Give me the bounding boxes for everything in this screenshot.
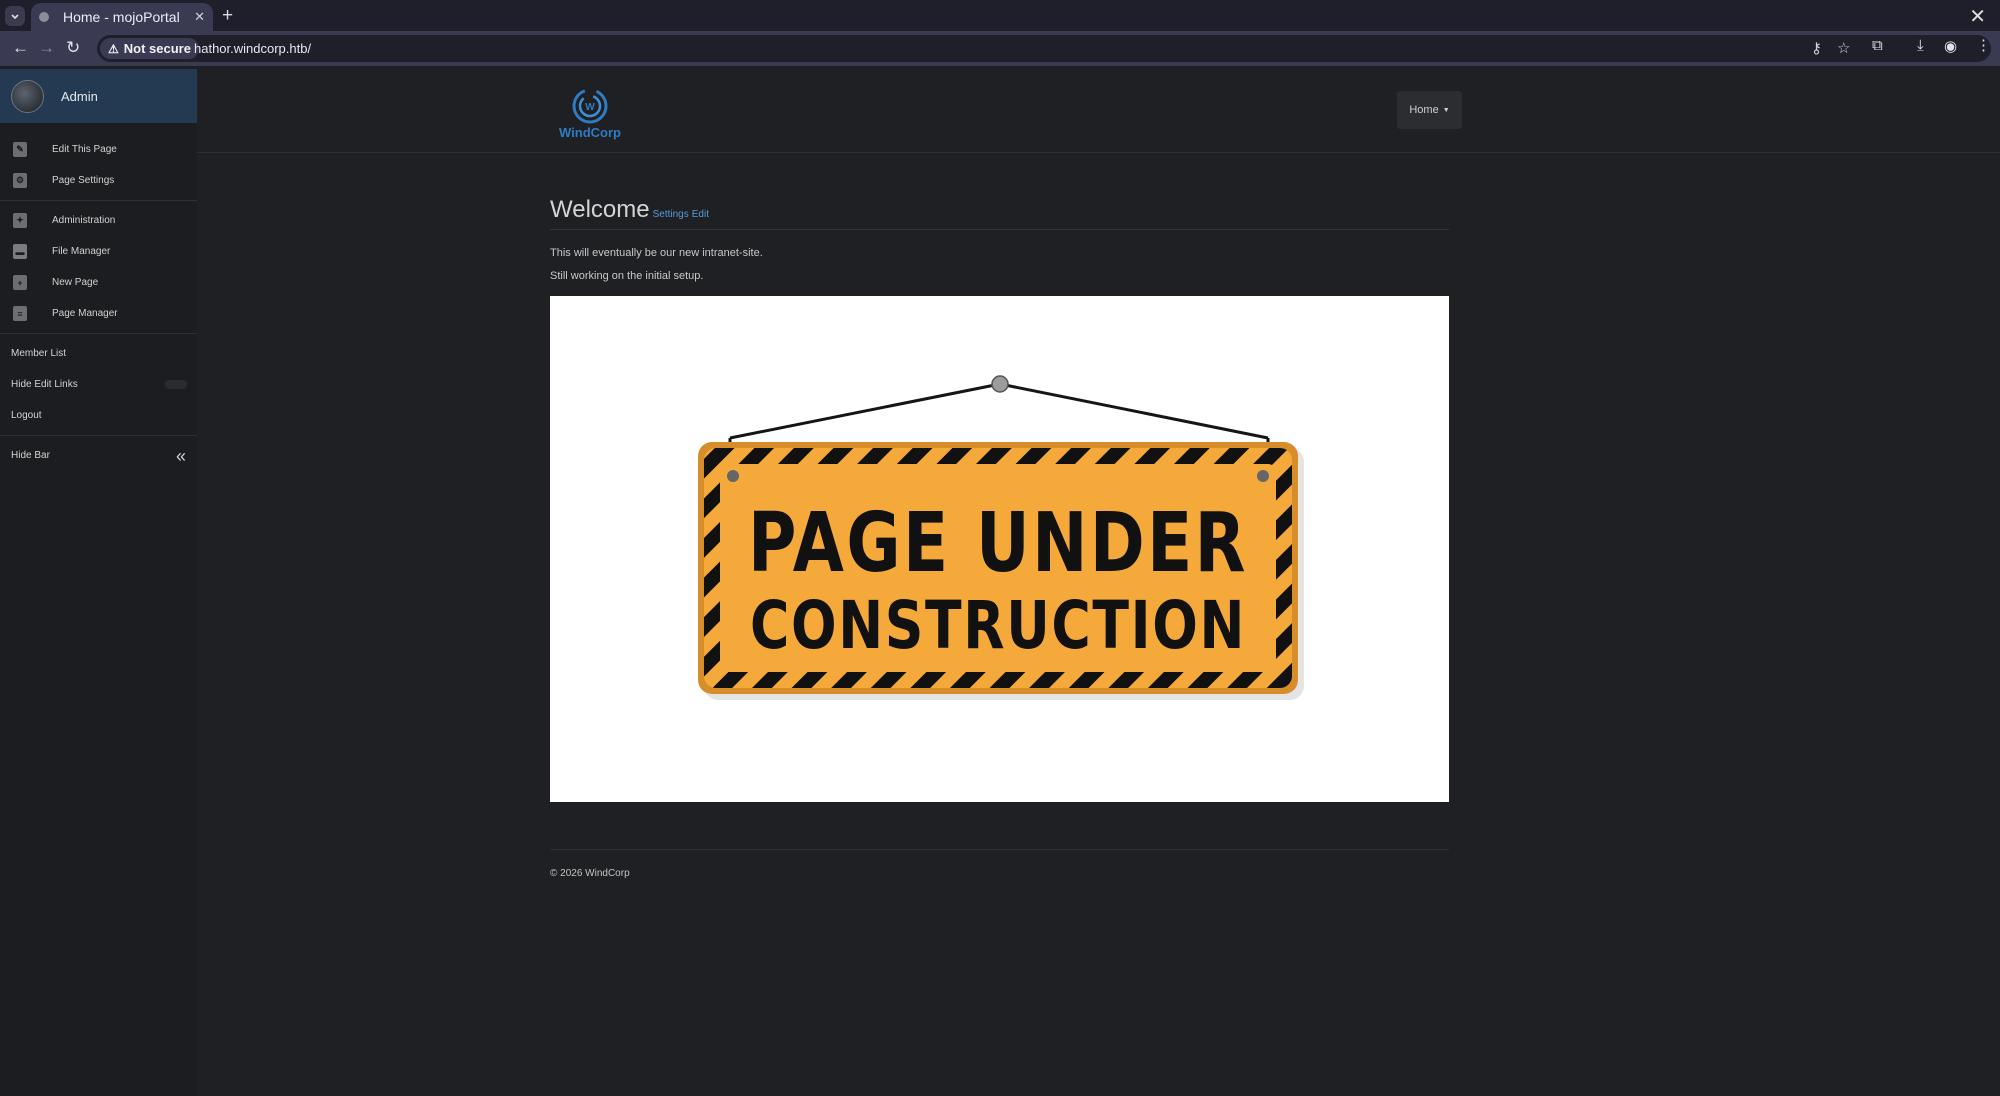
- member-list-link[interactable]: Member List: [0, 338, 197, 369]
- site-header: W WindCorp Home ▼: [197, 69, 2000, 153]
- divider: [0, 200, 197, 201]
- address-bar[interactable]: ⚠ Not secure hathor.windcorp.htb/ ⚷ ☆: [97, 35, 1991, 62]
- new-tab-icon[interactable]: +: [222, 5, 233, 27]
- caret-down-icon: ▼: [1442, 106, 1450, 114]
- divider: [0, 333, 197, 334]
- hide-edit-links-toggle[interactable]: [165, 380, 187, 389]
- warning-icon: ⚠: [108, 41, 119, 56]
- footer-copyright: © 2026 WindCorp: [550, 868, 630, 879]
- admin-toolbar: Admin ✎ Edit This Page ⚙ Page Settings ✦…: [0, 69, 197, 1096]
- sign-line-1: PAGE UNDER: [748, 496, 1248, 591]
- admin-user-name: Admin: [61, 88, 98, 104]
- under-construction-image: PAGE UNDER CONSTRUCTION: [550, 296, 1449, 802]
- hide-bar-label: Hide Bar: [11, 450, 50, 461]
- page-manager-icon: ≡: [13, 306, 27, 321]
- sign-line-2: CONSTRUCTION: [750, 587, 1246, 664]
- edit-this-page-link[interactable]: ✎ Edit This Page: [0, 134, 197, 165]
- new-page-icon: +: [13, 275, 27, 290]
- more-menu-icon[interactable]: ⋮: [1976, 36, 1991, 54]
- url-text[interactable]: hathor.windcorp.htb/: [194, 41, 311, 56]
- administration-link[interactable]: ✦ Administration: [0, 205, 197, 236]
- site-logo[interactable]: W WindCorp: [554, 85, 626, 141]
- edit-link[interactable]: Edit: [692, 209, 709, 220]
- page-settings-link[interactable]: ⚙ Page Settings: [0, 165, 197, 196]
- new-page-label: New Page: [52, 277, 99, 288]
- page-manager-link[interactable]: ≡ Page Manager: [0, 298, 197, 329]
- profile-icon[interactable]: ◉: [1944, 37, 1957, 55]
- administration-label: Administration: [52, 215, 116, 226]
- chevron-down-icon: [11, 14, 19, 20]
- divider: [0, 435, 197, 436]
- hide-bar-button[interactable]: Hide Bar «: [0, 440, 197, 471]
- download-icon[interactable]: ⤓: [1917, 37, 1924, 54]
- windcorp-logo-icon: W: [572, 88, 608, 124]
- edit-this-page-label: Edit This Page: [52, 144, 117, 155]
- page-manager-label: Page Manager: [52, 308, 118, 319]
- security-label: Not secure: [123, 41, 191, 56]
- back-arrow-icon[interactable]: ←: [12, 38, 29, 58]
- reload-icon[interactable]: ↻: [66, 38, 80, 58]
- new-page-link[interactable]: + New Page: [0, 267, 197, 298]
- admin-user-header[interactable]: Admin: [0, 69, 197, 123]
- logout-link[interactable]: Logout: [0, 400, 197, 431]
- hide-edit-links-label: Hide Edit Links: [11, 379, 78, 390]
- browser-tab[interactable]: Home - mojoPortal ✕: [31, 3, 213, 31]
- page-settings-icon: ⚙: [13, 173, 27, 188]
- settings-link[interactable]: Settings: [653, 209, 689, 220]
- administration-icon: ✦: [13, 213, 27, 228]
- page-settings-label: Page Settings: [52, 175, 115, 186]
- logo-text: WindCorp: [559, 125, 621, 140]
- under-construction-sign: PAGE UNDER CONSTRUCTION: [698, 375, 1304, 700]
- tab-search-button[interactable]: [5, 6, 25, 26]
- favicon-icon: [39, 12, 49, 22]
- folder-icon: ▬: [13, 244, 27, 259]
- bookmark-star-icon[interactable]: ☆: [1837, 39, 1850, 57]
- security-indicator[interactable]: ⚠ Not secure: [100, 38, 199, 59]
- tab-close-icon[interactable]: ✕: [194, 9, 205, 25]
- intro-paragraph: This will eventually be our new intranet…: [550, 247, 763, 259]
- footer-divider: [550, 849, 1449, 850]
- hide-edit-links-row: Hide Edit Links: [0, 369, 197, 400]
- extensions-icon[interactable]: ⧉: [1872, 37, 1883, 54]
- avatar: [11, 79, 44, 113]
- file-manager-link[interactable]: ▬ File Manager: [0, 236, 197, 267]
- tab-title: Home - mojoPortal: [63, 9, 180, 25]
- page-title: Welcome: [550, 196, 650, 223]
- browser-toolbar: ← → ↻ ⚠ Not secure hathor.windcorp.htb/ …: [0, 31, 2000, 66]
- logo-letter: W: [585, 102, 595, 113]
- page-title-row: Welcome Settings Edit: [550, 196, 1449, 230]
- logout-label: Logout: [11, 410, 42, 421]
- forward-arrow-icon[interactable]: →: [38, 38, 55, 58]
- browser-tab-bar: Home - mojoPortal ✕ + ✕: [0, 0, 2000, 31]
- member-list-label: Member List: [11, 348, 67, 359]
- file-manager-label: File Manager: [52, 246, 111, 257]
- home-menu-label: Home: [1409, 104, 1439, 116]
- home-menu-dropdown[interactable]: Home ▼: [1397, 91, 1462, 129]
- window-close-icon[interactable]: ✕: [1969, 4, 1986, 29]
- password-key-icon[interactable]: ⚷: [1811, 39, 1822, 57]
- setup-paragraph: Still working on the initial setup.: [550, 270, 704, 282]
- edit-page-icon: ✎: [13, 142, 27, 157]
- double-chevron-left-icon: «: [175, 446, 186, 466]
- main-content: Welcome Settings Edit This will eventual…: [550, 196, 1449, 802]
